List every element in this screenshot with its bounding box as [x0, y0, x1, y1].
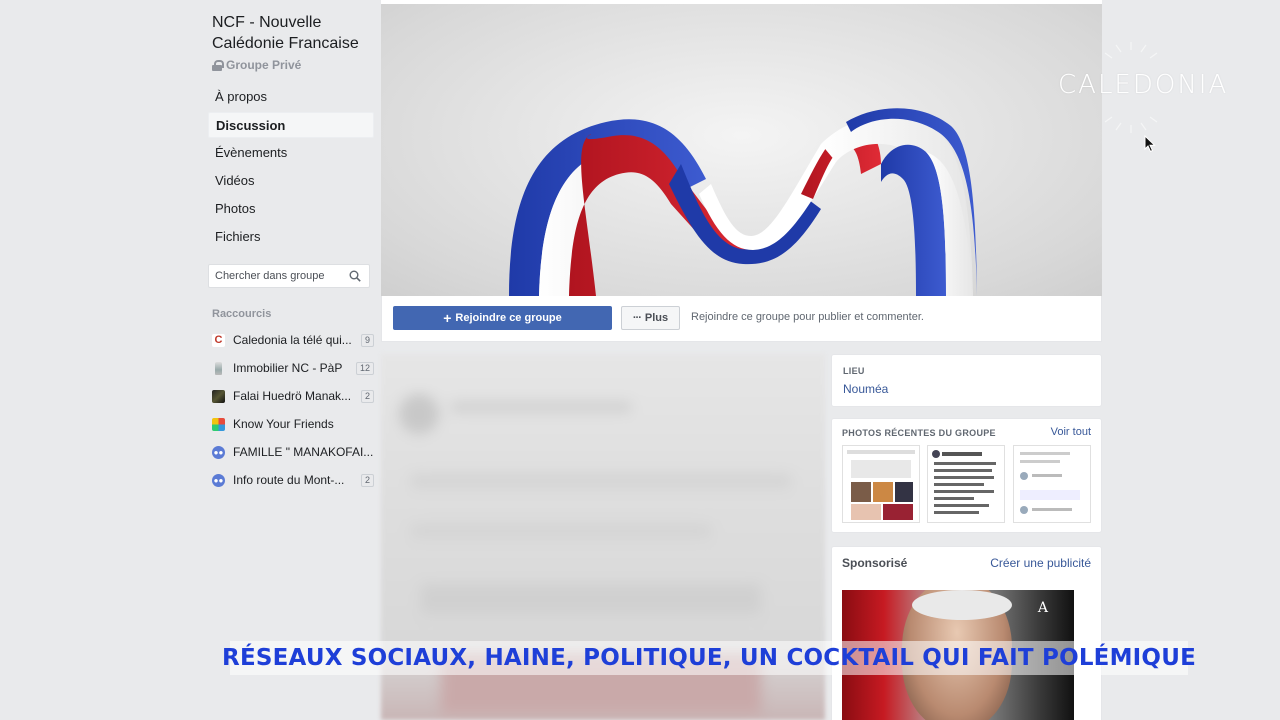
create-ad-link[interactable]: Créer une publicité: [990, 556, 1091, 570]
shortcut-label: Know Your Friends: [233, 417, 334, 431]
more-label: Plus: [644, 312, 669, 324]
location-card: LIEU Nouméa: [831, 354, 1102, 407]
search-icon[interactable]: [349, 270, 361, 282]
group-cover-photo: [381, 0, 1102, 296]
group-nav: À propos Discussion Évènements Vidéos Ph…: [208, 84, 374, 250]
photo-icon: [212, 389, 225, 403]
app-icon: [212, 417, 225, 431]
ellipsis-icon: ···: [632, 312, 642, 324]
shortcut-label: Falai Huedrö Manak...: [233, 389, 352, 403]
shortcuts-title: Raccourcis: [212, 308, 272, 320]
caledonia-brand-logo: CALEDONIA: [1058, 70, 1229, 100]
location-value[interactable]: Nouméa: [843, 382, 888, 396]
photo-thumbnail[interactable]: [1013, 445, 1091, 523]
recent-photos-card: PHOTOS RÉCENTES DU GROUPE Voir tout: [831, 418, 1102, 533]
recent-photos-title: PHOTOS RÉCENTES DU GROUPE: [842, 428, 996, 438]
caledonia-logo-icon: C: [212, 333, 225, 347]
group-title[interactable]: NCF - Nouvelle Calédonie Francaise: [208, 12, 374, 54]
shortcut-badge: 12: [355, 361, 374, 375]
shortcut-item[interactable]: ●● FAMILLE " MANAKOFAI...: [208, 438, 374, 466]
sponsored-title: Sponsorisé: [842, 556, 908, 570]
nav-item-events[interactable]: Évènements: [208, 140, 374, 166]
group-privacy: Groupe Privé: [208, 58, 374, 72]
group-action-bar: + Rejoindre ce groupe ··· Plus Rejoindre…: [381, 296, 1102, 342]
group-search: [208, 264, 370, 288]
shortcut-badge: 2: [360, 473, 374, 487]
see-all-link[interactable]: Voir tout: [1051, 426, 1091, 438]
privacy-label: Groupe Privé: [226, 58, 302, 72]
nav-item-files[interactable]: Fichiers: [208, 224, 374, 250]
group-search-input[interactable]: [209, 265, 339, 287]
shortcut-label: FAMILLE " MANAKOFAI...: [233, 445, 374, 459]
shortcut-item[interactable]: ●● Info route du Mont-... 2: [208, 466, 374, 494]
shortcut-item[interactable]: C Caledonia la télé qui... 9: [208, 326, 374, 354]
bottle-icon: [215, 361, 222, 375]
shortcut-item[interactable]: Falai Huedrö Manak... 2: [208, 382, 374, 410]
shortcuts-list: C Caledonia la télé qui... 9 Immobilier …: [208, 326, 374, 494]
nav-item-photos[interactable]: Photos: [208, 196, 374, 222]
ribbon-m-logo: [509, 108, 977, 296]
group-icon: ●●: [212, 473, 225, 487]
lock-icon: [212, 59, 224, 71]
join-group-button[interactable]: + Rejoindre ce groupe: [393, 306, 612, 330]
shortcut-item[interactable]: Immobilier NC - PàP 12: [208, 354, 374, 382]
plus-icon: +: [443, 310, 452, 326]
more-button[interactable]: ··· Plus: [621, 306, 680, 330]
shortcut-item[interactable]: Know Your Friends: [208, 410, 374, 438]
nav-item-videos[interactable]: Vidéos: [208, 168, 374, 194]
photo-thumbnail[interactable]: [842, 445, 920, 523]
shortcut-label: Info route du Mont-...: [233, 473, 345, 487]
join-hint: Rejoindre ce groupe pour publier et comm…: [691, 311, 924, 323]
group-sidebar: NCF - Nouvelle Calédonie Francaise Group…: [208, 12, 374, 494]
mouse-cursor-icon: [1144, 135, 1156, 153]
location-label: LIEU: [843, 366, 865, 376]
shortcut-badge: 2: [360, 389, 374, 403]
nav-item-about[interactable]: À propos: [208, 84, 374, 110]
shortcut-label: Immobilier NC - PàP: [233, 361, 343, 375]
group-icon: ●●: [212, 445, 225, 459]
news-headline: RÉSEAUX SOCIAUX, HAINE, POLITIQUE, UN CO…: [222, 645, 1196, 671]
news-headline-banner: RÉSEAUX SOCIAUX, HAINE, POLITIQUE, UN CO…: [222, 641, 1196, 675]
photo-thumbnail[interactable]: [927, 445, 1005, 523]
sponsored-card: Sponsorisé Créer une publicité A: [831, 546, 1102, 720]
shortcut-label: Caledonia la télé qui...: [233, 333, 352, 347]
join-group-label: Rejoindre ce groupe: [455, 312, 562, 324]
shortcut-badge: 9: [360, 333, 374, 347]
nav-item-discussion[interactable]: Discussion: [208, 112, 374, 138]
